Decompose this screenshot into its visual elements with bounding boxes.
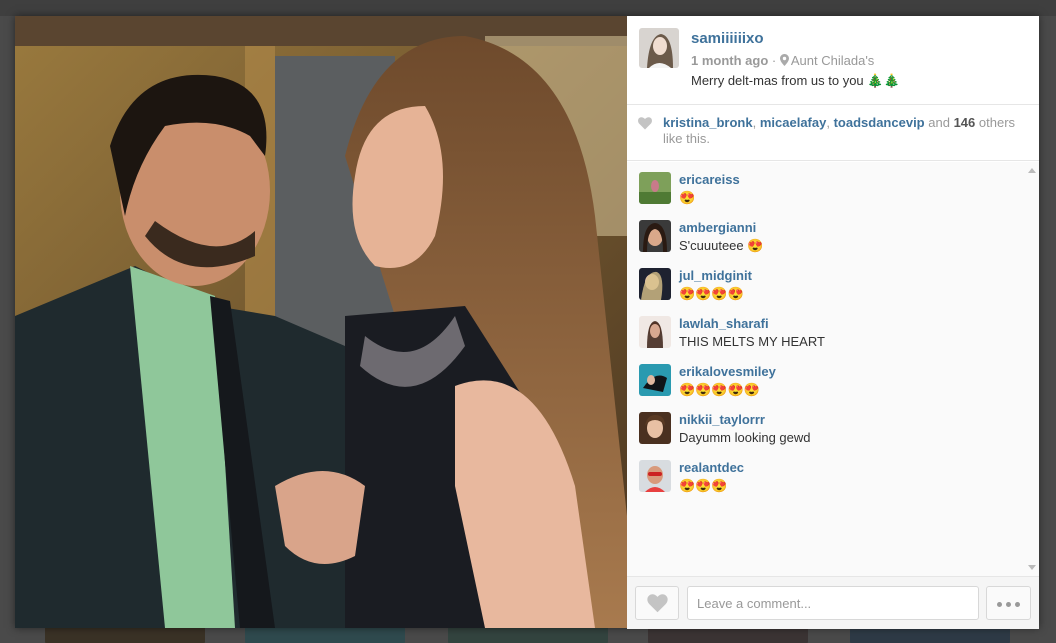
map-pin-icon [779, 54, 789, 66]
liker-link[interactable]: micaelafay [760, 115, 827, 130]
commenter-avatar[interactable] [639, 412, 671, 444]
meta-separator: · [771, 53, 777, 68]
comment-text: S'cuuuteee 😍 [679, 238, 764, 253]
commenter-username[interactable]: lawlah_sharafi [679, 316, 769, 331]
comments-list[interactable]: ericareiss 😍 ambergianni S'cuuuteee 😍 ju… [627, 162, 1039, 576]
likes-comma: , [826, 115, 830, 130]
comment-item: jul_midginit 😍😍😍😍 [627, 258, 1022, 302]
commenter-avatar[interactable] [639, 316, 671, 348]
scroll-down-arrow[interactable] [1028, 565, 1036, 570]
author-username[interactable]: samiiiiiixo [691, 30, 764, 47]
background-thumbnail [448, 626, 608, 643]
post-modal: samiiiiiixo 1 month ago · Aunt Chilada's… [15, 16, 1039, 629]
comment-text: THIS MELTS MY HEART [679, 334, 825, 349]
commenter-avatar[interactable] [639, 460, 671, 492]
post-header: samiiiiiixo 1 month ago · Aunt Chilada's… [627, 16, 1039, 105]
author-avatar[interactable] [639, 28, 679, 68]
more-options-button[interactable] [986, 586, 1031, 620]
post-meta: 1 month ago · Aunt Chilada's [691, 53, 874, 68]
comment-item: erikalovesmiley 😍😍😍😍😍 [627, 354, 1022, 398]
background-thumbnail [45, 626, 205, 643]
comment-text: 😍😍😍😍😍 [679, 382, 760, 397]
commenter-avatar[interactable] [639, 364, 671, 396]
comment-text: 😍😍😍😍 [679, 286, 744, 301]
background-thumbnail [245, 626, 405, 643]
comment-item: ericareiss 😍 [627, 162, 1022, 206]
comment-text: 😍 [679, 190, 696, 205]
commenter-avatar[interactable] [639, 268, 671, 300]
heart-icon [647, 594, 668, 613]
commenter-username[interactable]: ambergianni [679, 220, 756, 235]
comment-item: lawlah_sharafi THIS MELTS MY HEART [627, 306, 1022, 350]
commenter-username[interactable]: jul_midginit [679, 268, 752, 283]
post-details-panel: samiiiiiixo 1 month ago · Aunt Chilada's… [627, 16, 1039, 629]
page-backdrop [0, 0, 1056, 16]
comment-input[interactable] [687, 586, 979, 620]
likes-summary: kristina_bronk, micaelafay, toadsdancevi… [627, 105, 1039, 161]
comment-text: Dayumm looking gewd [679, 430, 811, 445]
post-time[interactable]: 1 month ago [691, 53, 768, 68]
location-name: Aunt Chilada's [790, 53, 875, 68]
likes-and: and [928, 115, 950, 130]
commenter-avatar[interactable] [639, 220, 671, 252]
comment-text: 😍😍😍 [679, 478, 728, 493]
like-button[interactable] [635, 586, 679, 620]
liker-link[interactable]: kristina_bronk [663, 115, 753, 130]
likes-comma: , [752, 115, 757, 130]
comments-scrollbar[interactable] [1027, 162, 1037, 576]
liker-link[interactable]: toadsdancevip [834, 115, 925, 130]
commenter-username[interactable]: ericareiss [679, 172, 740, 187]
commenter-username[interactable]: erikalovesmiley [679, 364, 776, 379]
comment-item: realantdec 😍😍😍 [627, 450, 1022, 494]
commenter-avatar[interactable] [639, 172, 671, 204]
heart-icon [638, 117, 652, 130]
comment-item: nikkii_taylorrr Dayumm looking gewd [627, 402, 1022, 446]
location-link[interactable]: Aunt Chilada's [779, 53, 875, 68]
commenter-username[interactable]: nikkii_taylorrr [679, 412, 765, 427]
comment-footer [627, 576, 1039, 629]
photo-illustration [15, 16, 627, 628]
scroll-up-arrow[interactable] [1028, 168, 1036, 173]
commenter-username[interactable]: realantdec [679, 460, 744, 475]
likes-count[interactable]: 146 [954, 115, 976, 130]
comment-item: ambergianni S'cuuuteee 😍 [627, 210, 1022, 254]
post-caption: Merry delt-mas from us to you 🎄🎄 [691, 73, 900, 88]
likes-text: kristina_bronk, micaelafay, toadsdancevi… [663, 115, 1033, 147]
post-photo[interactable] [15, 16, 627, 628]
